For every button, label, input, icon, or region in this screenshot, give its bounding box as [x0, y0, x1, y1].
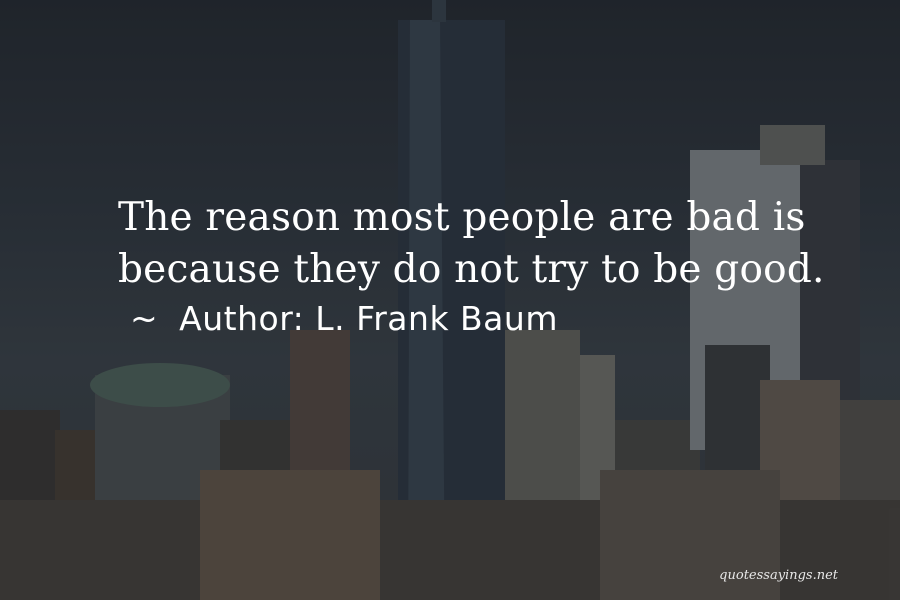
- quote-image: The reason most people are bad is becaus…: [0, 0, 900, 600]
- author-attribution: ~ Author: L. Frank Baum: [130, 296, 558, 342]
- quote-line-2: because they do not try to be good.: [118, 247, 825, 292]
- author-label: Author:: [179, 299, 305, 338]
- quote-line-1: The reason most people are bad is: [118, 195, 806, 240]
- tilde-prefix: ~: [130, 299, 159, 338]
- quote-text: The reason most people are bad is becaus…: [118, 192, 825, 296]
- author-name: L. Frank Baum: [315, 299, 558, 338]
- site-watermark: quotessayings.net: [719, 568, 838, 583]
